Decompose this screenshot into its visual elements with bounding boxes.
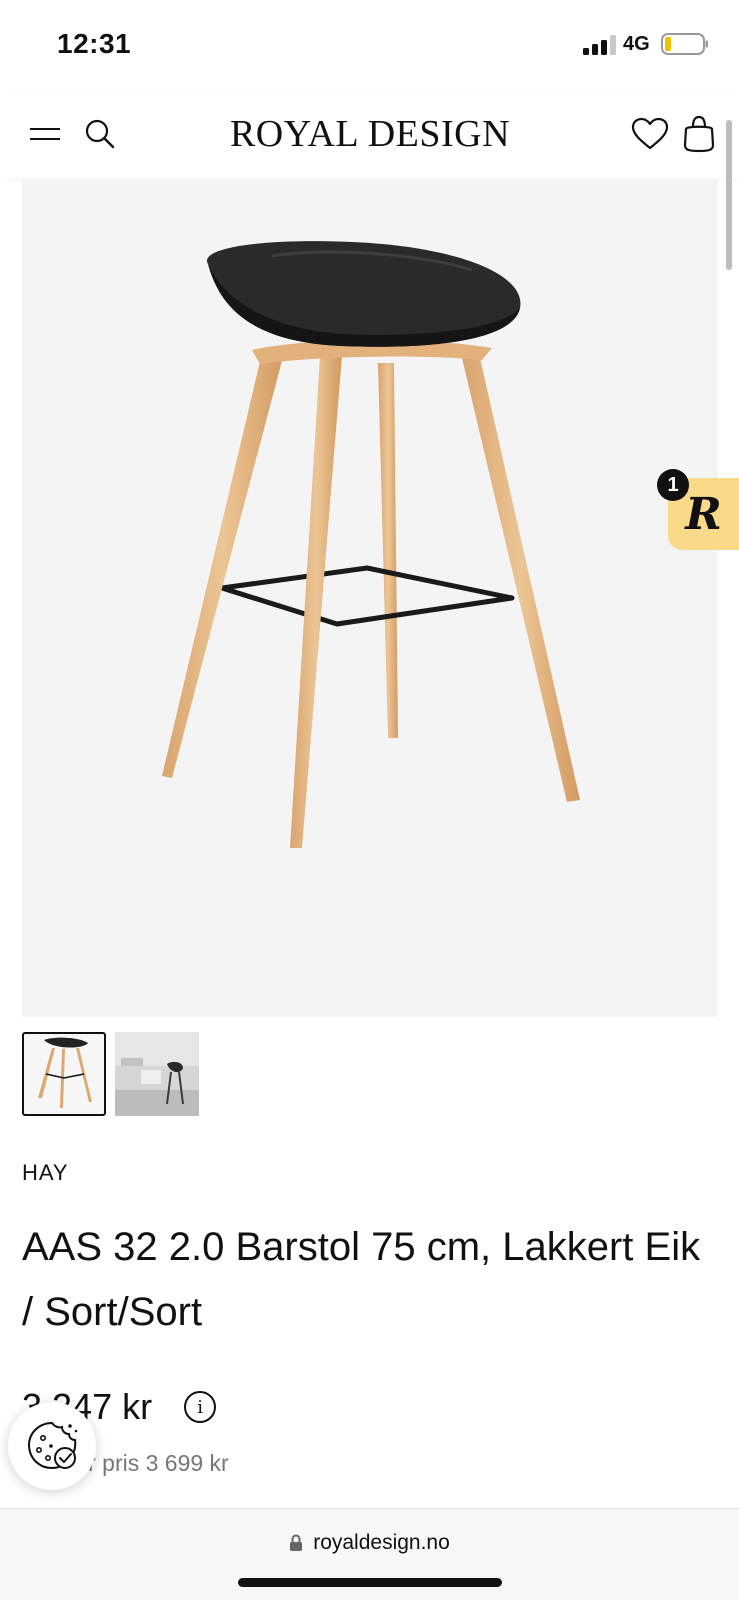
- home-indicator[interactable]: [238, 1578, 502, 1587]
- product-title: AAS 32 2.0 Barstol 75 cm, Lakkert Eik / …: [22, 1225, 701, 1334]
- bar-stool-illustration: [162, 241, 580, 848]
- review-badge-letter: R: [685, 488, 722, 540]
- bag-icon[interactable]: [677, 112, 721, 156]
- search-icon[interactable]: [78, 112, 122, 156]
- thumbnail-room-image: [115, 1032, 199, 1116]
- product-main-image[interactable]: [22, 178, 718, 1017]
- network-label: 4G: [623, 33, 650, 55]
- signal-icon: [583, 35, 616, 55]
- cookie-icon: [27, 1421, 78, 1470]
- battery-icon: [661, 33, 708, 55]
- url-text: royaldesign.no: [313, 1531, 450, 1554]
- review-count-badge: 1: [657, 469, 689, 501]
- info-icon[interactable]: i: [184, 1391, 217, 1423]
- product-brand[interactable]: HAY: [22, 1160, 69, 1186]
- menu-icon[interactable]: [23, 112, 67, 156]
- url-display[interactable]: royaldesign.no: [0, 1531, 739, 1555]
- heart-icon[interactable]: [628, 112, 672, 156]
- site-header: ROYAL DESIGN: [0, 90, 739, 178]
- cookie-settings-button[interactable]: [8, 1402, 96, 1490]
- status-time: 12:31: [57, 28, 132, 59]
- thumbnail-1[interactable]: [22, 1032, 106, 1116]
- site-logo[interactable]: ROYAL DESIGN: [200, 110, 540, 158]
- scrollbar[interactable]: [726, 120, 732, 270]
- thumbnail-2[interactable]: [115, 1032, 199, 1116]
- lock-icon: [290, 1534, 303, 1551]
- status-bar: 12:31 4G: [0, 0, 739, 90]
- thumbnail-stool-image: [38, 1037, 92, 1108]
